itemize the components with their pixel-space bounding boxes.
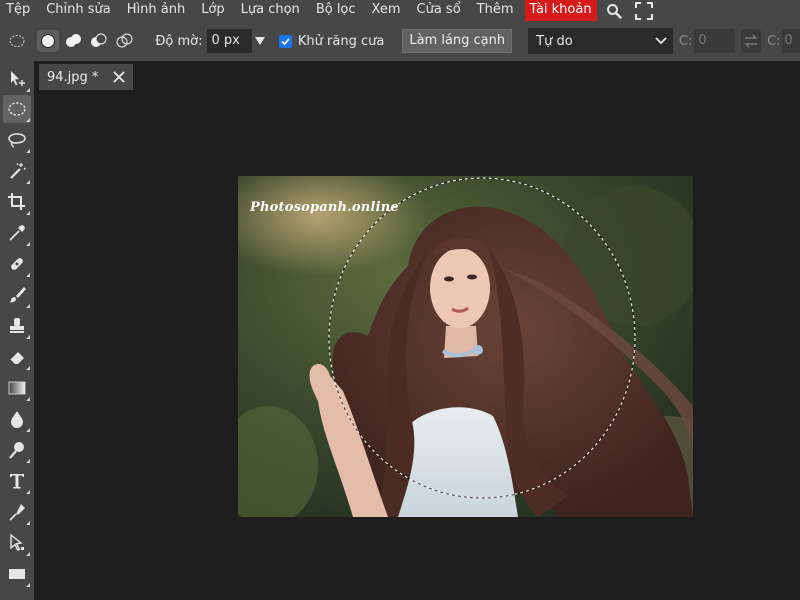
menu-filter[interactable]: Bộ lọc xyxy=(308,0,364,21)
height-label: C: xyxy=(766,33,781,49)
menu-select[interactable]: Lựa chọn xyxy=(233,0,308,21)
options-bar: Độ mờ: 0 px Khử răng cưa Làm láng cạnh T… xyxy=(0,21,800,61)
chevron-down-icon xyxy=(655,37,667,45)
swap-icon[interactable] xyxy=(741,29,761,53)
tools-panel xyxy=(0,61,34,600)
antialias-label[interactable]: Khử răng cưa xyxy=(298,34,384,49)
height-input[interactable]: 0 xyxy=(782,29,800,53)
crop-tool-icon[interactable] xyxy=(3,188,31,216)
dodge-tool-icon[interactable] xyxy=(3,436,31,464)
menu-account[interactable]: Tài khoản xyxy=(524,0,597,21)
healing-brush-tool-icon[interactable] xyxy=(3,250,31,278)
width-input[interactable]: 0 xyxy=(694,29,736,53)
menu-image[interactable]: Hình ảnh xyxy=(119,0,193,21)
ellipse-selection-icon[interactable] xyxy=(6,30,27,52)
document-canvas[interactable]: Photosopanh.online xyxy=(238,176,693,517)
move-tool-icon[interactable] xyxy=(3,65,31,93)
rectangle-tool-icon[interactable] xyxy=(3,560,31,588)
blur-tool-icon[interactable] xyxy=(3,405,31,433)
chevron-down-icon[interactable] xyxy=(254,29,268,53)
fullscreen-icon[interactable] xyxy=(631,0,657,21)
menu-file[interactable]: Tệp xyxy=(0,0,38,21)
feather-input[interactable]: 0 px xyxy=(206,29,252,53)
brush-tool-icon[interactable] xyxy=(3,281,31,309)
watermark-text: Photosopanh.online xyxy=(250,200,399,215)
style-select[interactable]: Tự do xyxy=(528,28,673,54)
style-select-value: Tự do xyxy=(536,33,573,49)
width-label: C: xyxy=(678,33,693,49)
lasso-tool-icon[interactable] xyxy=(3,126,31,154)
document-tab[interactable]: 94.jpg * xyxy=(39,64,133,90)
photo-image xyxy=(238,176,693,517)
clone-stamp-tool-icon[interactable] xyxy=(3,312,31,340)
intersect-selection-icon[interactable] xyxy=(114,30,135,52)
antialias-checkbox[interactable] xyxy=(279,34,292,48)
menu-more[interactable]: Thêm xyxy=(469,0,522,21)
menu-window[interactable]: Cửa sổ xyxy=(409,0,469,21)
document-tab-title: 94.jpg * xyxy=(47,69,99,85)
pen-tool-icon[interactable] xyxy=(3,498,31,526)
menu-edit[interactable]: Chỉnh sửa xyxy=(38,0,119,21)
refine-edge-button[interactable]: Làm láng cạnh xyxy=(402,29,513,53)
menu-bar: Tệp Chỉnh sửa Hình ảnh Lớp Lựa chọn Bộ l… xyxy=(0,0,800,21)
new-selection-icon[interactable] xyxy=(37,30,59,52)
gradient-tool-icon[interactable] xyxy=(3,374,31,402)
search-icon[interactable] xyxy=(601,0,627,21)
eraser-tool-icon[interactable] xyxy=(3,343,31,371)
elliptical-marquee-tool-icon[interactable] xyxy=(3,95,31,123)
type-tool-icon[interactable] xyxy=(3,467,31,495)
eyedropper-tool-icon[interactable] xyxy=(3,219,31,247)
menu-layer[interactable]: Lớp xyxy=(193,0,232,21)
path-selection-tool-icon[interactable] xyxy=(3,529,31,557)
feather-label: Độ mờ: xyxy=(155,33,203,49)
add-selection-icon[interactable] xyxy=(63,30,84,52)
magic-wand-tool-icon[interactable] xyxy=(3,157,31,185)
menu-view[interactable]: Xem xyxy=(364,0,409,21)
subtract-selection-icon[interactable] xyxy=(88,30,109,52)
close-icon[interactable] xyxy=(111,69,127,85)
